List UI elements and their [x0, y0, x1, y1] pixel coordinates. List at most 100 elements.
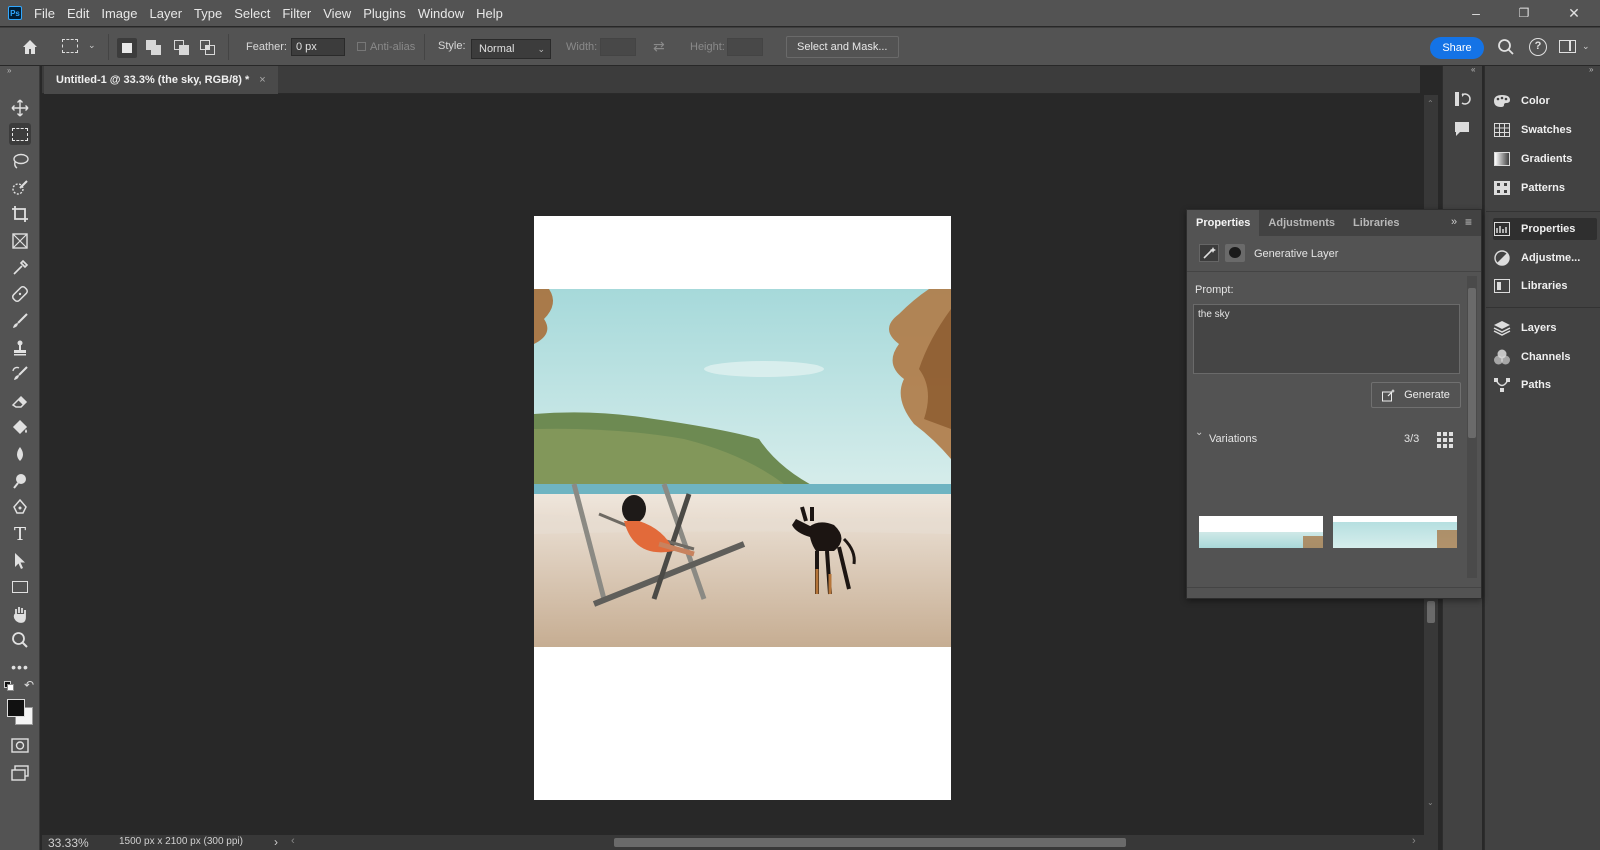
clone-stamp-tool-icon[interactable]: [9, 337, 31, 359]
workspace-icon[interactable]: [1559, 40, 1576, 53]
chevron-down-icon[interactable]: ⌄: [1582, 41, 1590, 52]
zoom-tool-icon[interactable]: [9, 629, 31, 651]
type-tool-icon[interactable]: T: [9, 523, 31, 545]
quick-mask-icon[interactable]: [9, 735, 31, 757]
horizontal-scroll-thumb[interactable]: [614, 838, 1126, 847]
feather-input[interactable]: 0 px: [291, 38, 345, 56]
dock-swatches[interactable]: Swatches: [1493, 119, 1597, 141]
home-icon[interactable]: [20, 37, 40, 57]
dock-adjustments[interactable]: Adjustme...: [1493, 247, 1597, 269]
tab-properties[interactable]: Properties: [1187, 210, 1260, 236]
dock-color[interactable]: Color: [1493, 90, 1597, 112]
document-tab[interactable]: Untitled-1 @ 33.3% (the sky, RGB/8) * ×: [44, 66, 278, 94]
minimize-button[interactable]: –: [1466, 3, 1486, 23]
select-and-mask-button[interactable]: Select and Mask...: [786, 36, 899, 58]
dock-paths[interactable]: Paths: [1493, 374, 1597, 396]
prompt-input[interactable]: the sky: [1193, 304, 1460, 374]
chevron-down-icon[interactable]: ⌄: [1195, 427, 1203, 438]
menu-file[interactable]: File: [34, 6, 55, 21]
search-icon[interactable]: [1497, 38, 1515, 56]
close-tab-icon[interactable]: ×: [259, 74, 265, 86]
share-button[interactable]: Share: [1430, 37, 1484, 59]
crop-tool-icon[interactable]: [9, 203, 31, 225]
swap-icon[interactable]: ⇄: [653, 38, 665, 55]
menu-help[interactable]: Help: [476, 6, 503, 21]
subtract-selection-mode-icon[interactable]: [174, 40, 190, 56]
collapse-dock-icon[interactable]: »: [1589, 65, 1593, 74]
intersect-selection-mode-icon[interactable]: [200, 40, 216, 56]
status-menu-arrow[interactable]: ›: [274, 835, 278, 849]
close-window-button[interactable]: ✕: [1564, 3, 1584, 23]
comments-panel-icon[interactable]: [1453, 120, 1471, 138]
eraser-tool-icon[interactable]: [9, 390, 31, 412]
path-selection-tool-icon[interactable]: [9, 550, 31, 572]
pen-tool-icon[interactable]: [9, 496, 31, 518]
panel-scroll-thumb[interactable]: [1468, 288, 1476, 438]
rect-marquee-preset-icon[interactable]: [62, 39, 78, 53]
menu-window[interactable]: Window: [418, 6, 464, 21]
grid-view-icon[interactable]: [1437, 432, 1453, 448]
history-brush-tool-icon[interactable]: [9, 363, 31, 385]
scroll-up-icon[interactable]: ⌃: [1427, 99, 1434, 108]
lasso-tool-icon[interactable]: [9, 150, 31, 172]
anti-alias-checkbox[interactable]: [357, 42, 366, 51]
foreground-color-swatch[interactable]: [7, 699, 25, 717]
brush-tool-icon[interactable]: [9, 310, 31, 332]
blur-tool-icon[interactable]: [9, 443, 31, 465]
collapse-toolbar-icon[interactable]: »: [7, 66, 11, 75]
menu-layer[interactable]: Layer: [150, 6, 183, 21]
height-input[interactable]: [727, 38, 763, 56]
menu-plugins[interactable]: Plugins: [363, 6, 406, 21]
move-tool-icon[interactable]: [9, 97, 31, 119]
scroll-right-icon[interactable]: ›: [1412, 835, 1416, 847]
menu-edit[interactable]: Edit: [67, 6, 89, 21]
dock-channels[interactable]: Channels: [1493, 346, 1597, 368]
rectangular-marquee-tool-icon[interactable]: [9, 123, 31, 145]
swap-colors-icon[interactable]: ↶: [24, 678, 34, 692]
screen-mode-icon[interactable]: [9, 762, 31, 784]
paint-bucket-tool-icon[interactable]: [9, 416, 31, 438]
menu-type[interactable]: Type: [194, 6, 222, 21]
style-select[interactable]: Normal ⌄: [471, 39, 551, 59]
variation-thumbnail[interactable]: [1199, 516, 1323, 548]
collapse-column-icon[interactable]: «: [1471, 65, 1475, 74]
tab-adjustments[interactable]: Adjustments: [1259, 210, 1344, 236]
chevron-down-icon[interactable]: ⌄: [88, 40, 96, 51]
document-canvas[interactable]: [534, 216, 951, 800]
width-input[interactable]: [600, 38, 636, 56]
help-icon[interactable]: ?: [1529, 38, 1547, 56]
dock-layers[interactable]: Layers: [1493, 317, 1597, 339]
more-tools-icon[interactable]: •••: [9, 656, 31, 678]
hand-tool-icon[interactable]: [9, 603, 31, 625]
dock-gradients[interactable]: Gradients: [1493, 148, 1597, 170]
healing-brush-tool-icon[interactable]: [9, 283, 31, 305]
new-selection-mode-button[interactable]: [117, 38, 137, 58]
dodge-tool-icon[interactable]: [9, 470, 31, 492]
menu-select[interactable]: Select: [234, 6, 270, 21]
default-colors-icon[interactable]: [4, 681, 14, 691]
dock-patterns[interactable]: Patterns: [1493, 177, 1597, 199]
menu-view[interactable]: View: [323, 6, 351, 21]
restore-button[interactable]: ❐: [1514, 3, 1534, 23]
frame-tool-icon[interactable]: [9, 230, 31, 252]
variations-label[interactable]: Variations: [1209, 433, 1257, 445]
vertical-scroll-thumb[interactable]: [1427, 601, 1435, 623]
dock-libraries[interactable]: Libraries: [1493, 275, 1597, 297]
menu-image[interactable]: Image: [101, 6, 137, 21]
object-selection-tool-icon[interactable]: [9, 177, 31, 199]
zoom-level[interactable]: 33.33%: [48, 836, 89, 850]
eyedropper-tool-icon[interactable]: [9, 257, 31, 279]
document-tab-title: Untitled-1 @ 33.3% (the sky, RGB/8) *: [56, 74, 250, 86]
tab-libraries[interactable]: Libraries: [1344, 210, 1408, 236]
generate-button[interactable]: Generate: [1371, 382, 1461, 408]
panel-scrollbar[interactable]: [1467, 276, 1477, 578]
add-selection-mode-icon[interactable]: [146, 40, 162, 56]
rectangle-tool-icon[interactable]: [9, 576, 31, 598]
history-panel-icon[interactable]: [1453, 90, 1471, 108]
collapse-panel-icon[interactable]: »: [1451, 216, 1457, 228]
variation-thumbnail[interactable]: [1333, 516, 1457, 548]
menu-filter[interactable]: Filter: [282, 6, 311, 21]
panel-menu-icon[interactable]: ≡: [1465, 215, 1472, 229]
scroll-down-icon[interactable]: ⌄: [1427, 798, 1434, 807]
dock-properties[interactable]: Properties: [1493, 218, 1597, 240]
